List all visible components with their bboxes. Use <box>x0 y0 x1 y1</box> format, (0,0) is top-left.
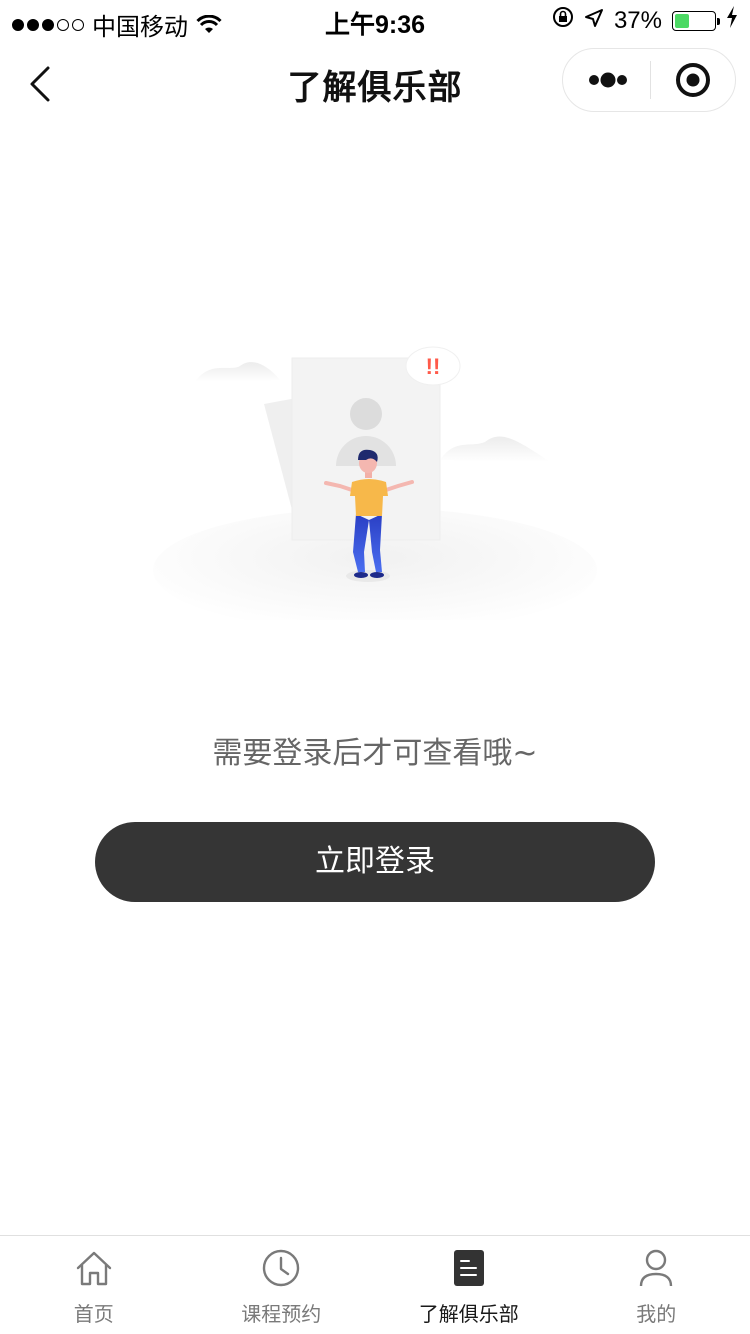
document-icon <box>449 1248 489 1288</box>
tab-label: 课程预约 <box>241 1302 322 1326</box>
tab-label: 了解俱乐部 <box>418 1302 519 1326</box>
location-arrow-icon <box>584 7 604 35</box>
tab-about-club[interactable]: 了解俱乐部 <box>375 1236 563 1334</box>
tab-home[interactable]: 首页 <box>0 1236 188 1334</box>
tab-label: 我的 <box>636 1302 677 1326</box>
charging-bolt-icon <box>726 6 738 35</box>
status-right: 37% <box>552 6 738 35</box>
orientation-lock-icon <box>552 6 574 35</box>
login-required-tip: 需要登录后才可查看哦~ <box>212 736 538 771</box>
battery-level <box>675 13 689 28</box>
tab-course-booking[interactable]: 课程预约 <box>188 1236 376 1334</box>
home-icon <box>74 1248 114 1288</box>
battery-icon <box>672 10 720 31</box>
alert-badge-text: !! <box>426 354 441 379</box>
mini-program-capsule <box>562 48 736 112</box>
user-icon <box>636 1248 676 1288</box>
login-button[interactable]: 立即登录 <box>95 822 655 902</box>
tab-bar: 首页 课程预约 了解俱乐部 我的 <box>0 1235 750 1334</box>
more-dots-icon[interactable] <box>563 49 650 111</box>
tab-mine[interactable]: 我的 <box>563 1236 750 1334</box>
battery-percent: 37% <box>613 6 662 34</box>
navigation-bar: 了解俱乐部 <box>0 40 750 128</box>
target-close-icon[interactable] <box>651 49 737 111</box>
status-bar: 中国移动 上午9:36 37% <box>0 0 750 41</box>
clock-icon <box>261 1248 301 1288</box>
login-required-illustration: !! <box>140 320 610 632</box>
tab-label: 首页 <box>73 1302 114 1326</box>
